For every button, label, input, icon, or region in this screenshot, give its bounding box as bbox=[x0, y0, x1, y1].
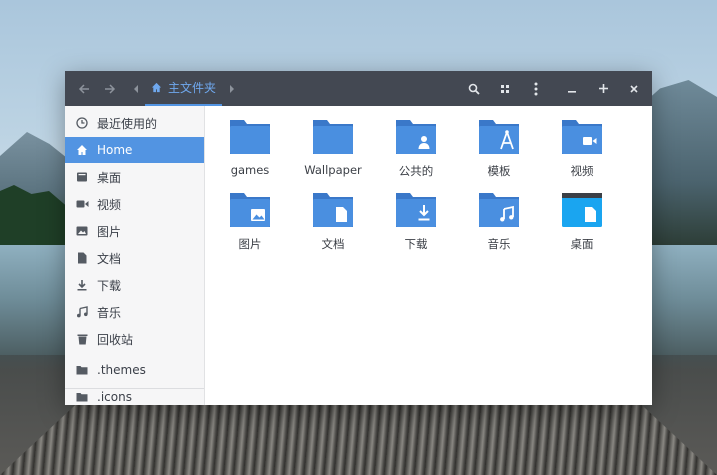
file-item-label: 下载 bbox=[404, 237, 428, 251]
file-item-label: 视频 bbox=[570, 164, 594, 178]
folder-music-icon bbox=[479, 193, 519, 227]
file-item-label: 桌面 bbox=[570, 237, 594, 251]
minimize-button[interactable] bbox=[561, 71, 583, 106]
file-item-label: 音乐 bbox=[487, 237, 511, 251]
file-item-templates[interactable]: 模板 bbox=[464, 106, 534, 178]
sidebar-item-videos[interactable]: 视频 bbox=[65, 191, 204, 217]
sidebar-item-label: Home bbox=[97, 143, 133, 157]
folder-icon bbox=[313, 120, 353, 154]
folder-documents-icon bbox=[313, 193, 353, 227]
search-icon bbox=[468, 83, 480, 95]
menu-button[interactable] bbox=[525, 71, 547, 106]
file-item-label: 公共的 bbox=[398, 164, 434, 178]
background-wooden-dock bbox=[0, 395, 717, 475]
file-item-games[interactable]: games bbox=[215, 106, 285, 177]
sidebar-item-label: 下载 bbox=[97, 278, 122, 293]
headerbar: 主文件夹 bbox=[65, 71, 652, 106]
document-icon bbox=[75, 251, 89, 265]
minimize-icon bbox=[568, 90, 576, 93]
video-camera-icon bbox=[75, 197, 89, 211]
close-icon bbox=[630, 84, 638, 93]
clock-icon bbox=[75, 116, 89, 130]
file-item-label: 模板 bbox=[487, 164, 511, 178]
sidebar-item-label: 最近使用的 bbox=[97, 116, 158, 131]
sidebar-item-label: 文档 bbox=[97, 251, 122, 266]
sidebar-item-downloads[interactable]: 下载 bbox=[65, 272, 204, 298]
folder-icon bbox=[75, 363, 89, 377]
image-icon bbox=[75, 224, 89, 238]
file-item-documents[interactable]: 文档 bbox=[298, 179, 368, 251]
folder-pictures-icon bbox=[230, 193, 270, 227]
path-scroll-left-button[interactable] bbox=[129, 71, 143, 106]
sidebar-item-themes[interactable]: .themes bbox=[65, 357, 204, 383]
arrow-left-icon bbox=[78, 83, 89, 94]
file-item-pictures[interactable]: 图片 bbox=[215, 179, 285, 251]
file-item-desktop[interactable]: 桌面 bbox=[547, 179, 617, 251]
file-item-wallpaper[interactable]: Wallpaper bbox=[298, 106, 368, 177]
sidebar-item-label: 桌面 bbox=[97, 170, 122, 185]
sidebar-item-recent[interactable]: 最近使用的 bbox=[65, 110, 204, 136]
folder-desktop-icon bbox=[562, 193, 602, 227]
breadcrumb-home[interactable]: 主文件夹 bbox=[145, 71, 223, 106]
path-scroll-right-button[interactable] bbox=[225, 71, 239, 106]
search-button[interactable] bbox=[463, 71, 485, 106]
sidebar-item-pictures[interactable]: 图片 bbox=[65, 218, 204, 244]
file-view: games Wallpaper 公共的 模板 视频 图片 文档 下载 音乐 桌面 bbox=[205, 106, 652, 405]
folder-templates-icon bbox=[479, 120, 519, 154]
file-item-downloads[interactable]: 下载 bbox=[381, 179, 451, 251]
sidebar-item-documents[interactable]: 文档 bbox=[65, 245, 204, 271]
file-item-label: 文档 bbox=[321, 237, 345, 251]
sidebar-item-label: 视频 bbox=[97, 197, 122, 212]
desktop-icon bbox=[75, 170, 89, 184]
folder-icon bbox=[75, 390, 89, 404]
back-button[interactable] bbox=[73, 71, 95, 106]
breadcrumb-label: 主文件夹 bbox=[168, 81, 217, 95]
forward-button[interactable] bbox=[99, 71, 121, 106]
kebab-menu-icon bbox=[534, 82, 538, 95]
trash-icon bbox=[75, 332, 89, 346]
arrow-right-icon bbox=[105, 83, 116, 94]
sidebar-item-desktop[interactable]: 桌面 bbox=[65, 164, 204, 190]
file-item-label: 图片 bbox=[238, 237, 262, 251]
sidebar: 最近使用的 Home 桌面 视频 图片 文档 下载 音乐 回收站 .themes… bbox=[65, 106, 205, 405]
sidebar-item-label: .themes bbox=[97, 363, 146, 377]
sidebar-item-label: .icons bbox=[97, 390, 132, 404]
file-item-music[interactable]: 音乐 bbox=[464, 179, 534, 251]
file-manager-window: 主文件夹 最近使用的 Home 桌面 视频 图片 文档 下载 音乐 回收站 .t… bbox=[65, 71, 652, 405]
file-item-label: Wallpaper bbox=[304, 163, 362, 177]
chevron-right-icon bbox=[230, 84, 234, 93]
chevron-left-icon bbox=[134, 84, 138, 93]
view-toggle-button[interactable] bbox=[494, 71, 516, 106]
folder-public-icon bbox=[396, 120, 436, 154]
download-icon bbox=[75, 278, 89, 292]
grid-view-icon bbox=[501, 84, 509, 93]
close-button[interactable] bbox=[623, 71, 645, 106]
maximize-button[interactable] bbox=[592, 71, 614, 106]
home-icon bbox=[151, 82, 162, 93]
sidebar-item-home[interactable]: Home bbox=[65, 137, 204, 163]
music-note-icon bbox=[75, 305, 89, 319]
sidebar-item-label: 图片 bbox=[97, 224, 122, 239]
home-icon bbox=[75, 143, 89, 157]
sidebar-item-music[interactable]: 音乐 bbox=[65, 299, 204, 325]
plus-icon bbox=[598, 84, 608, 93]
file-item-videos[interactable]: 视频 bbox=[547, 106, 617, 178]
folder-icon bbox=[230, 120, 270, 154]
folder-downloads-icon bbox=[396, 193, 436, 227]
sidebar-item-trash[interactable]: 回收站 bbox=[65, 326, 204, 352]
folder-videos-icon bbox=[562, 120, 602, 154]
file-item-label: games bbox=[230, 163, 270, 177]
sidebar-item-label: 音乐 bbox=[97, 305, 122, 320]
file-item-public[interactable]: 公共的 bbox=[381, 106, 451, 178]
sidebar-item-label: 回收站 bbox=[97, 332, 134, 347]
sidebar-item-icons[interactable]: .icons bbox=[65, 384, 204, 405]
